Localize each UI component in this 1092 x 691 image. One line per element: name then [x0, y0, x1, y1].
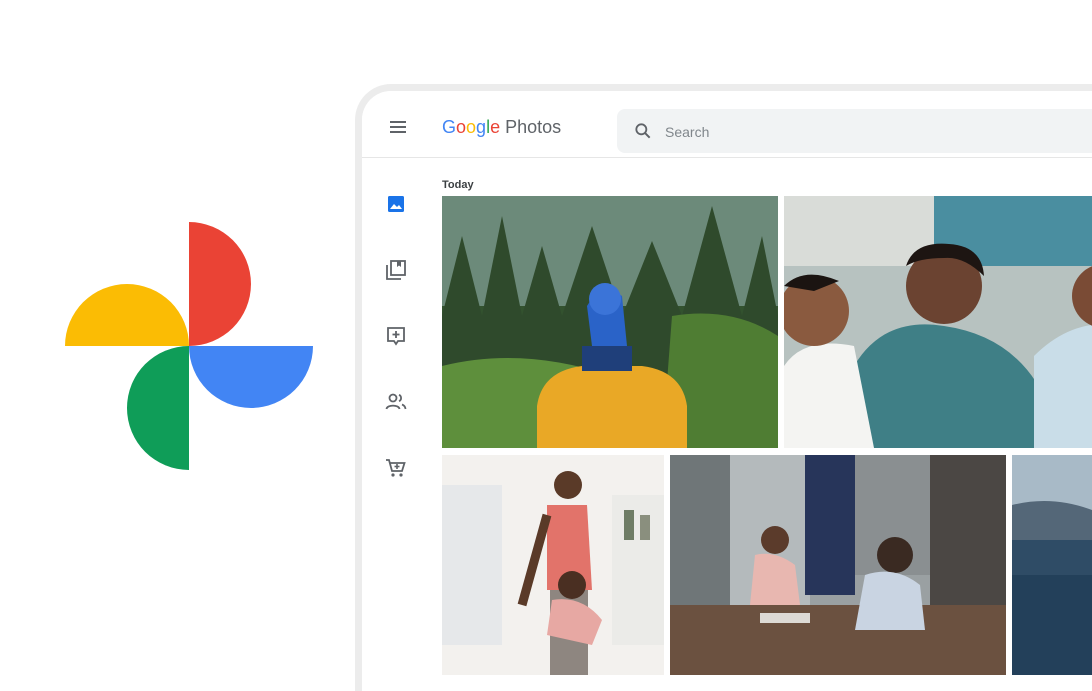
google-photos-wordmark[interactable]: Google Photos — [442, 117, 561, 138]
albums-icon[interactable] — [384, 258, 408, 282]
photo-thumbnail[interactable] — [442, 196, 778, 448]
brand-letter: e — [490, 117, 501, 137]
photo-forest-child-on-shoulders — [442, 196, 778, 448]
photo-thumbnail[interactable] — [670, 455, 1006, 675]
logo-petal-yellow — [65, 284, 189, 346]
logo-petal-green — [127, 346, 189, 470]
menu-icon-line — [390, 131, 406, 133]
menu-icon-line — [390, 126, 406, 128]
top-bar: Google Photos — [362, 91, 1092, 158]
photo-mother-and-daughter-dancing — [442, 455, 664, 675]
photo-children-on-kitchen-floor — [670, 455, 1006, 675]
main-menu-button[interactable] — [390, 121, 406, 133]
photo-thumbnail[interactable] — [442, 455, 664, 675]
search-bar[interactable] — [617, 109, 1092, 155]
brand-letter: o — [456, 117, 467, 137]
photo-thumbnail[interactable] — [1012, 455, 1092, 675]
logo-petal-blue — [189, 346, 313, 408]
brand-letter: G — [442, 117, 457, 137]
photos-icon[interactable] — [384, 192, 408, 216]
search-icon[interactable] — [633, 121, 653, 141]
add-to-album-icon[interactable] — [384, 324, 408, 348]
brand-letter: o — [466, 117, 477, 137]
menu-icon-line — [390, 121, 406, 123]
brand-product-name: Photos — [505, 117, 562, 137]
google-photos-logo — [65, 222, 313, 470]
print-store-icon[interactable] — [384, 456, 408, 480]
photo-thumbnail[interactable] — [784, 196, 1092, 448]
photo-family-laughing-on-couch — [784, 196, 1092, 448]
sidebar-nav — [362, 158, 442, 691]
brand-letter: g — [476, 117, 487, 137]
photo-lake-and-mountains — [1012, 455, 1092, 675]
logo-petal-red — [189, 222, 251, 346]
search-input[interactable] — [663, 109, 1067, 155]
sharing-icon[interactable] — [384, 390, 408, 414]
date-section-heading: Today — [442, 179, 474, 191]
app-window: Google Photos Search Today — [355, 84, 1092, 691]
